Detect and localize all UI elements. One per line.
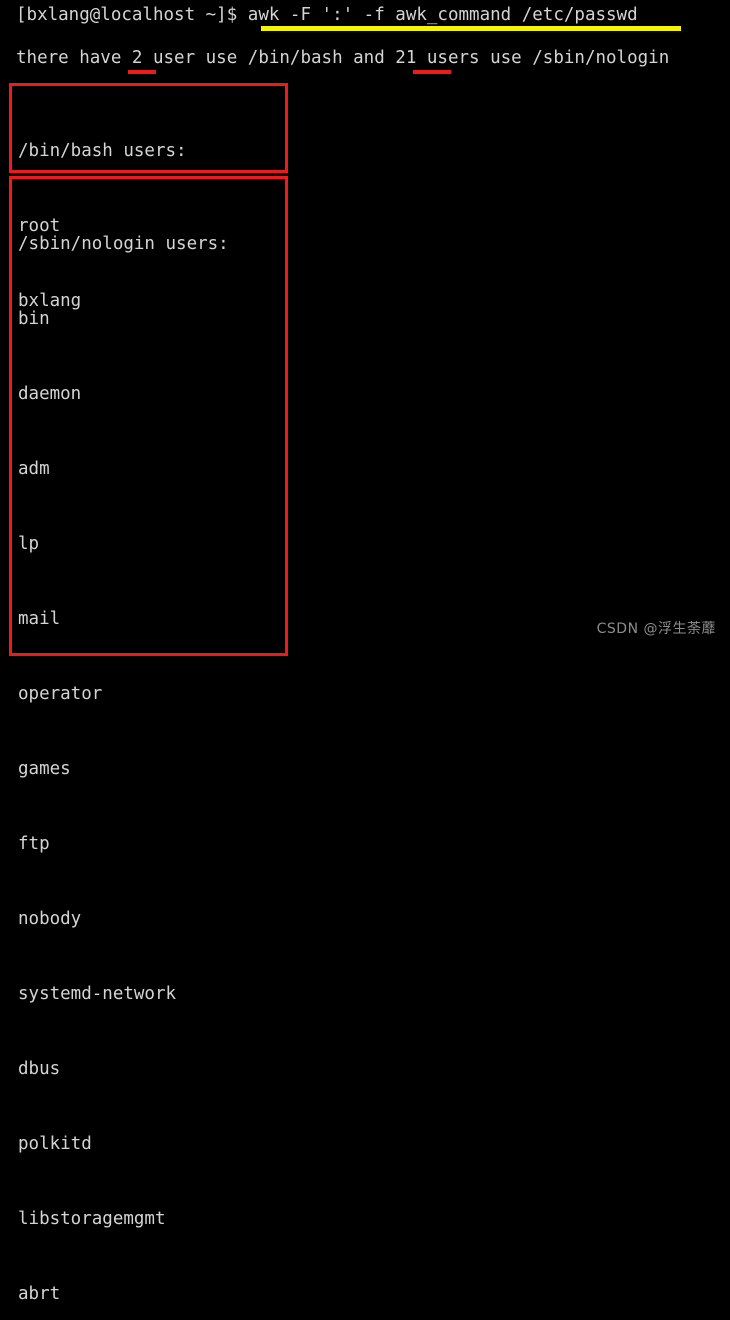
bash-count-underline-annotation <box>128 70 156 74</box>
nologin-users-block: /sbin/nologin users: bin daemon adm lp m… <box>18 182 229 1320</box>
list-item: nobody <box>18 909 82 929</box>
shell-prompt-line: [bxlang@localhost ~]$ awk -F ':' -f awk_… <box>16 5 638 25</box>
list-item: polkitd <box>18 1134 92 1154</box>
list-item: dbus <box>18 1059 61 1079</box>
command-underline-annotation <box>261 26 681 31</box>
list-item: daemon <box>18 384 82 404</box>
list-item: games <box>18 759 71 779</box>
summary-output-line: there have 2 user use /bin/bash and 21 u… <box>16 48 670 68</box>
list-item: ftp <box>18 834 50 854</box>
terminal-window[interactable]: [bxlang@localhost ~]$ awk -F ':' -f awk_… <box>0 0 730 1304</box>
list-item: bin <box>18 309 50 329</box>
list-item: lp <box>18 534 40 554</box>
list-item: mail <box>18 609 61 629</box>
list-item: abrt <box>18 1284 61 1304</box>
list-item: adm <box>18 459 50 479</box>
nologin-count-underline-annotation <box>413 70 451 74</box>
list-item: systemd-network <box>18 984 177 1004</box>
bash-section-heading: /bin/bash users: <box>18 141 187 161</box>
nologin-section-heading: /sbin/nologin users: <box>18 234 229 254</box>
csdn-watermark: CSDN @浮生荼蘼 <box>596 621 716 637</box>
list-item: libstoragemgmt <box>18 1209 166 1229</box>
list-item: operator <box>18 684 103 704</box>
